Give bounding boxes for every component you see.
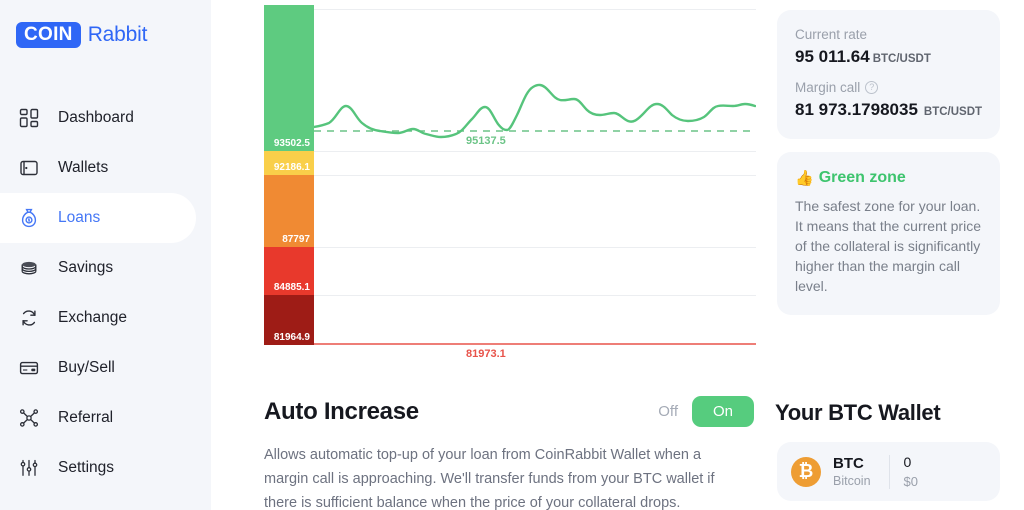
margin-call-label: 81973.1 [466, 348, 506, 360]
loan-details-page: COIN Rabbit Dashboard [0, 0, 1024, 510]
auto-increase-header: Auto Increase Off On [264, 396, 754, 427]
zone-label: 81964.9 [274, 332, 310, 343]
sidebar-item-label: Settings [58, 459, 114, 477]
current-rate-value: 95 011.64 [795, 47, 870, 66]
zone-description: The safest zone for your loan. It means … [795, 196, 982, 296]
margin-call-unit: BTC/USDT [924, 106, 982, 118]
wallet-balances: 0 $0 [904, 454, 918, 489]
sidebar-item-label: Wallets [58, 159, 108, 177]
network-nodes-icon [16, 405, 42, 431]
margin-call-label-row: Margin call ? [795, 80, 982, 95]
wallet-icon [16, 155, 42, 181]
zone-green: 93502.5 [264, 5, 314, 151]
sidebar-item-label: Buy/Sell [58, 359, 115, 377]
zone-yellow: 92186.1 [264, 151, 314, 175]
sidebar-item-label: Savings [58, 259, 113, 277]
sidebar-nav: Dashboard Wallets [0, 93, 211, 493]
sliders-icon [16, 455, 42, 481]
toggle-off-option[interactable]: Off [658, 403, 692, 420]
wallet-coin-names: BTC Bitcoin [833, 455, 871, 488]
sidebar-item-label: Exchange [58, 309, 127, 327]
zone-title-row: 👍 Green zone [795, 169, 982, 187]
wallet-section-title: Your BTC Wallet [775, 400, 940, 426]
btc-wallet-card[interactable]: ₿ BTC Bitcoin 0 $0 [777, 442, 1000, 501]
zone-label: 84885.1 [274, 282, 310, 293]
wallet-coin-symbol: BTC [833, 455, 871, 472]
sidebar-item-label: Referral [58, 409, 113, 427]
current-rate-unit: BTC/USDT [873, 53, 931, 65]
sidebar-item-dashboard[interactable]: Dashboard [0, 93, 211, 143]
margin-call-value: 81 973.1798035 [795, 100, 918, 119]
zone-dark-red: 81964.9 [264, 295, 314, 345]
zone-label: 93502.5 [274, 138, 310, 149]
margin-call-label: Margin call [795, 80, 860, 95]
zone-red: 84885.1 [264, 247, 314, 295]
sidebar-item-exchange[interactable]: Exchange [0, 293, 211, 343]
price-line-svg [314, 5, 756, 345]
coins-stack-icon [16, 255, 42, 281]
brand-logo[interactable]: COIN Rabbit [16, 19, 211, 51]
current-price-label: 95137.5 [466, 135, 506, 147]
sidebar-item-loans[interactable]: Loans [0, 193, 196, 243]
auto-increase-section: Auto Increase Off On Allows automatic to… [264, 396, 754, 510]
wallet-divider [889, 455, 890, 489]
sidebar-item-buy-sell[interactable]: Buy/Sell [0, 343, 211, 393]
sidebar-item-settings[interactable]: Settings [0, 443, 211, 493]
zone-info-card: 👍 Green zone The safest zone for your lo… [777, 152, 1000, 315]
wallet-amount: 0 [904, 454, 918, 471]
auto-increase-title: Auto Increase [264, 398, 419, 426]
zone-title: Green zone [819, 169, 906, 187]
right-panel: Current rate 95 011.64BTC/USDT Margin ca… [765, 0, 1024, 510]
zone-orange: 87797 [264, 175, 314, 247]
sidebar-item-savings[interactable]: Savings [0, 243, 211, 293]
bitcoin-icon: ₿ [791, 457, 821, 487]
wallet-fiat-amount: $0 [904, 474, 918, 489]
thumbs-up-icon: 👍 [795, 169, 814, 187]
money-bag-icon [16, 205, 42, 231]
chart-plot-area: 95137.5 81973.1 [314, 5, 756, 345]
toggle-on-option[interactable]: On [692, 396, 754, 427]
current-rate-value-row: 95 011.64BTC/USDT [795, 47, 982, 67]
brand-badge: COIN [16, 22, 81, 48]
sidebar-item-referral[interactable]: Referral [0, 393, 211, 443]
margin-call-value-row: 81 973.1798035 BTC/USDT [795, 100, 982, 120]
grid-icon [16, 105, 42, 131]
refresh-icon [16, 305, 42, 331]
zone-label: 87797 [282, 234, 310, 245]
sidebar-item-label: Dashboard [58, 109, 134, 127]
collateral-price-chart: 93502.5 92186.1 87797 84885.1 81964.9 [264, 5, 756, 352]
sidebar-item-label: Loans [58, 209, 100, 227]
wallet-coin-name: Bitcoin [833, 474, 871, 488]
sidebar: COIN Rabbit Dashboard [0, 0, 211, 510]
zone-label: 92186.1 [274, 162, 310, 173]
sidebar-item-wallets[interactable]: Wallets [0, 143, 211, 193]
brand-word: Rabbit [88, 23, 148, 47]
credit-card-icon [16, 355, 42, 381]
current-rate-label: Current rate [795, 27, 982, 42]
rate-card: Current rate 95 011.64BTC/USDT Margin ca… [777, 10, 1000, 139]
price-curve [314, 85, 755, 137]
auto-increase-description: Allows automatic top-up of your loan fro… [264, 443, 744, 510]
question-circle-icon[interactable]: ? [865, 81, 878, 94]
auto-increase-toggle[interactable]: Off On [658, 396, 754, 427]
risk-zone-bar: 93502.5 92186.1 87797 84885.1 81964.9 [264, 5, 314, 345]
